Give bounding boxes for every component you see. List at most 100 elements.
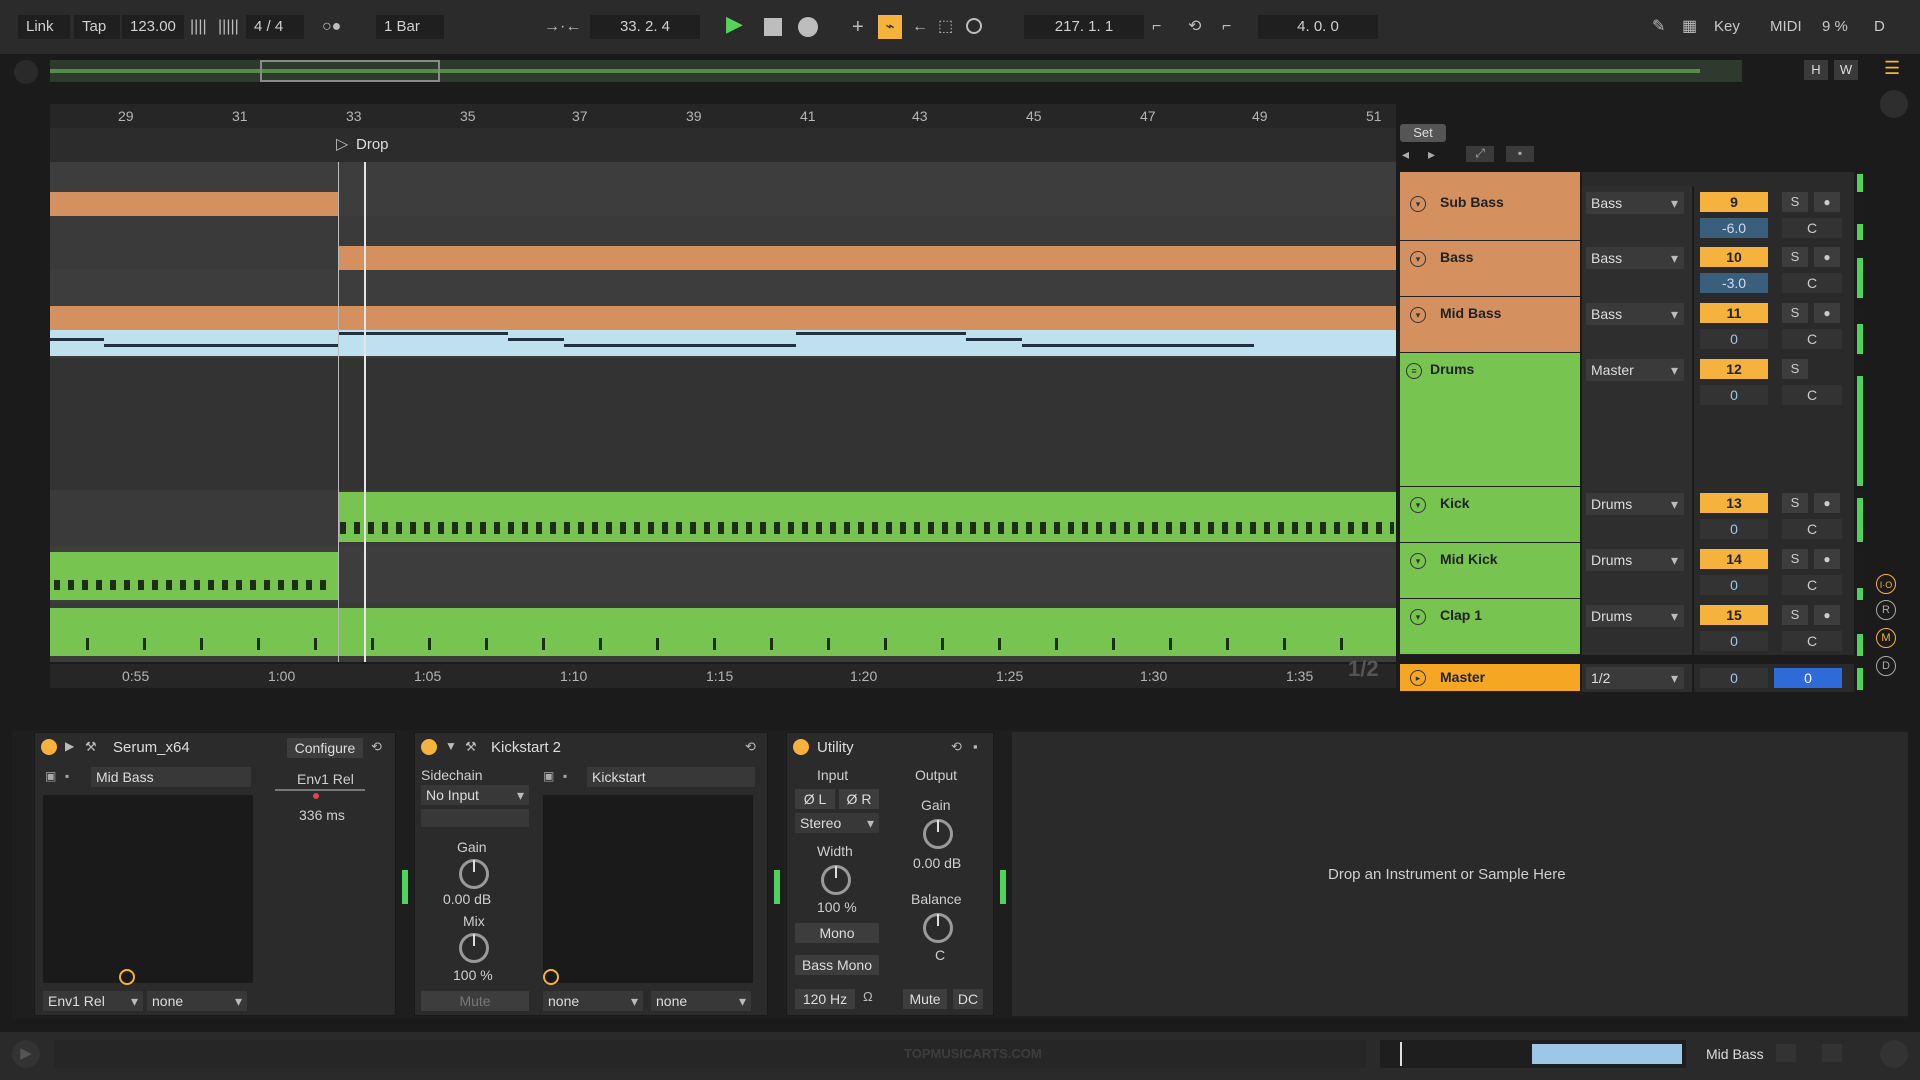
- returns-toggle-icon[interactable]: R: [1876, 600, 1896, 620]
- configure-button[interactable]: Configure: [287, 738, 363, 758]
- next-locator-icon[interactable]: ▸: [1428, 146, 1435, 163]
- gain-knob[interactable]: [923, 819, 953, 849]
- output-select[interactable]: Drums: [1586, 605, 1684, 627]
- track-name[interactable]: Mid Kick: [1440, 551, 1498, 567]
- view-toggle-icon[interactable]: [1880, 90, 1908, 118]
- device-serum[interactable]: ▶ ⚒ Serum_x64 Configure ⟲ ▣ ▪ Mid Bass E…: [34, 732, 396, 1016]
- track-activator[interactable]: 12: [1700, 359, 1768, 379]
- track-name[interactable]: Sub Bass: [1440, 194, 1504, 210]
- output-select[interactable]: Drums: [1586, 493, 1684, 515]
- arm-button[interactable]: ●: [1814, 192, 1840, 212]
- optimize-height-button[interactable]: H: [1804, 60, 1828, 80]
- optimize-width-button[interactable]: W: [1834, 60, 1858, 80]
- mixer-toggle-icon[interactable]: M: [1876, 628, 1896, 648]
- sidechain-channel-select[interactable]: [421, 809, 529, 827]
- input-select[interactable]: Bass: [1586, 247, 1684, 269]
- solo-button[interactable]: S: [1782, 192, 1808, 212]
- delay-toggle-icon[interactable]: D: [1876, 656, 1896, 676]
- loop-icon[interactable]: ⟲: [1188, 15, 1201, 39]
- gain-knob[interactable]: [459, 859, 489, 889]
- phase-left-button[interactable]: Ø L: [795, 789, 835, 809]
- fold-icon[interactable]: ▾: [1410, 307, 1426, 323]
- solo-button[interactable]: S: [1782, 493, 1808, 513]
- track-header-mid-bass[interactable]: ▾ Mid Bass: [1400, 297, 1580, 353]
- balance-knob[interactable]: [923, 913, 953, 943]
- track-header-drums[interactable]: ≡ Drums: [1400, 353, 1580, 487]
- keyboard-icon[interactable]: ▦: [1682, 15, 1697, 39]
- output-select[interactable]: Master: [1586, 359, 1684, 381]
- locator-lane[interactable]: ▷ Drop: [50, 128, 1396, 162]
- mono-button[interactable]: Mono: [795, 923, 879, 943]
- xy-y-select[interactable]: none: [147, 991, 247, 1011]
- punch-in-icon[interactable]: ⌐: [1152, 15, 1161, 39]
- solo-button[interactable]: S: [1782, 549, 1808, 569]
- channel-mode-select[interactable]: Stereo: [795, 813, 879, 833]
- track-lane[interactable]: [50, 602, 1396, 658]
- device-drop-zone[interactable]: Drop an Instrument or Sample Here: [1012, 732, 1908, 1016]
- track-lane[interactable]: [50, 270, 1396, 356]
- volume-field[interactable]: 0: [1700, 519, 1768, 539]
- pan-field[interactable]: C: [1782, 519, 1842, 539]
- input-select[interactable]: Bass: [1586, 303, 1684, 325]
- menu-icon[interactable]: ☰: [1884, 58, 1908, 78]
- track-header-master[interactable]: ▸ Master: [1400, 664, 1580, 692]
- nudge-down-icon[interactable]: ||||: [190, 15, 207, 39]
- track-lane[interactable]: [50, 546, 1396, 602]
- track-activator[interactable]: 10: [1700, 247, 1768, 267]
- track-view-icon[interactable]: [1776, 1044, 1796, 1062]
- master-play-icon[interactable]: ▸: [1410, 670, 1426, 686]
- device-wrench-icon[interactable]: ⚒: [465, 739, 477, 755]
- stop-icon[interactable]: [764, 18, 782, 36]
- session-record-icon[interactable]: [966, 18, 982, 34]
- time-ruler[interactable]: 0:55 1:00 1:05 1:10 1:15 1:20 1:25 1:30 …: [50, 656, 1396, 688]
- beat-time-ruler[interactable]: 29 31 33 35 37 39 41 43 45 47 49 51: [50, 104, 1396, 128]
- fold-icon[interactable]: ▾: [1410, 497, 1426, 513]
- track-name[interactable]: Drums: [1430, 361, 1474, 377]
- track-name[interactable]: Master: [1440, 669, 1485, 685]
- bass-mono-button[interactable]: Bass Mono: [795, 955, 879, 975]
- track-name[interactable]: Mid Bass: [1440, 305, 1501, 321]
- xy-pad[interactable]: [543, 795, 753, 985]
- hot-swap-icon[interactable]: ⟲: [951, 739, 962, 755]
- track-name[interactable]: Kick: [1440, 495, 1470, 511]
- fold-icon[interactable]: ▾: [1410, 251, 1426, 267]
- track-lane[interactable]: [50, 216, 1396, 296]
- arm-button[interactable]: ●: [1814, 303, 1840, 323]
- fold-icon[interactable]: ▾: [1410, 609, 1426, 625]
- punch-out-icon[interactable]: ⌐: [1222, 15, 1231, 39]
- dc-button[interactable]: DC: [953, 989, 983, 1009]
- volume-field[interactable]: 0: [1700, 575, 1768, 595]
- device-expand-icon[interactable]: ▶: [65, 739, 74, 753]
- solo-button[interactable]: S: [1782, 247, 1808, 267]
- io-toggle-icon[interactable]: I·O: [1876, 574, 1896, 594]
- volume-field[interactable]: 0: [1700, 631, 1768, 651]
- macro-slider[interactable]: [275, 789, 365, 791]
- device-on-icon[interactable]: [41, 739, 57, 755]
- solo-button[interactable]: S: [1782, 605, 1808, 625]
- arrangement-tracks[interactable]: [50, 162, 1396, 662]
- pan-field[interactable]: C: [1782, 273, 1842, 293]
- locator-label[interactable]: Drop: [356, 136, 389, 153]
- device-on-icon[interactable]: [421, 739, 437, 755]
- track-name[interactable]: Bass: [1440, 249, 1473, 265]
- follow-icon[interactable]: →·←: [544, 15, 581, 39]
- device-utility[interactable]: Utility ⟲ ▪ Input Output Ø L Ø R Stereo …: [786, 732, 994, 1016]
- track-header-mid-kick[interactable]: ▾ Mid Kick: [1400, 543, 1580, 599]
- automation-arm-icon[interactable]: ⌁: [878, 15, 902, 39]
- xy-handle[interactable]: [543, 969, 559, 985]
- tap-button[interactable]: Tap: [74, 15, 120, 39]
- plugin-window-icon[interactable]: ▣: [543, 769, 554, 783]
- hot-swap-icon[interactable]: ⟲: [371, 739, 382, 755]
- song-position-field[interactable]: 33. 2. 4: [590, 15, 700, 39]
- xy-pad[interactable]: [43, 795, 253, 985]
- input-select[interactable]: Bass: [1586, 192, 1684, 214]
- metronome-icon[interactable]: ○●: [322, 15, 341, 39]
- track-lane[interactable]: [50, 490, 1396, 546]
- overdub-icon[interactable]: +: [852, 15, 864, 39]
- track-activator[interactable]: 14: [1700, 549, 1768, 569]
- bass-mono-frequency[interactable]: 120 Hz: [795, 989, 855, 1009]
- track-activator[interactable]: 9: [1700, 192, 1768, 212]
- arrangement-overview[interactable]: [50, 60, 1742, 82]
- headphone-icon[interactable]: Ω: [863, 989, 873, 1004]
- midi-clip[interactable]: [50, 608, 1396, 656]
